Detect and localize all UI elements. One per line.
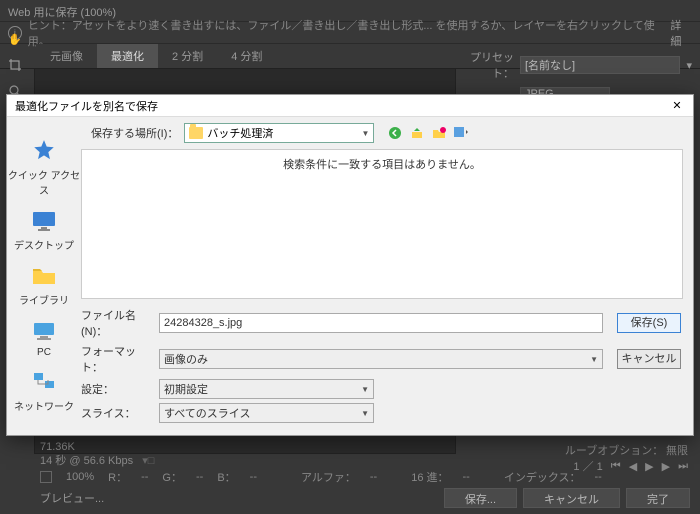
desktop-icon: [30, 207, 58, 235]
preview-link[interactable]: ブレビュー...: [40, 490, 104, 506]
star-icon: [30, 137, 58, 165]
sidebar-item-pc[interactable]: PC: [7, 317, 81, 358]
format-label: フォーマット：: [81, 343, 151, 375]
zoom-display[interactable]: 100%: [66, 471, 94, 483]
format-select-dlg[interactable]: 画像のみ▼: [159, 349, 603, 369]
sidebar-item-quickaccess[interactable]: クイック アクセス: [7, 137, 81, 197]
save-dialog: 最適化ファイルを別名で保存 ✕ クイック アクセス デスクトップ ライブラリ P…: [6, 94, 694, 436]
network-icon: [30, 368, 58, 396]
status-strip: 100% R：-- G：-- B：-- アルファ：-- 16 進：-- インデッ…: [34, 468, 692, 486]
filename-input[interactable]: [159, 313, 603, 333]
loop-options: ルーブオブション： 無限: [565, 442, 688, 458]
cancel-button-main[interactable]: キャンセル: [523, 488, 620, 508]
sidebar-item-libraries[interactable]: ライブラリ: [7, 262, 81, 307]
checkbox-icon[interactable]: [40, 471, 52, 483]
slice-select[interactable]: すべてのスライス▼: [159, 403, 374, 423]
filename-label: ファイル名(N)：: [81, 307, 151, 339]
up-icon[interactable]: [408, 124, 426, 142]
tab-optimized[interactable]: 最適化: [97, 44, 158, 68]
folder-icon: [189, 127, 203, 139]
detail-link[interactable]: 詳細: [670, 17, 692, 49]
tab-4up[interactable]: 4 分割: [217, 44, 276, 68]
sidebar-item-network[interactable]: ネットワーク: [7, 368, 81, 413]
folder-icon: [30, 262, 58, 290]
crop-tool-icon[interactable]: [4, 54, 26, 76]
slice-label: スライス：: [81, 405, 151, 421]
dialog-title: 最適化ファイルを別名で保存: [15, 98, 158, 114]
done-button[interactable]: 完了: [626, 488, 690, 508]
pc-icon: [30, 317, 58, 345]
close-icon[interactable]: ✕: [669, 98, 685, 114]
new-folder-icon[interactable]: [430, 124, 448, 142]
file-list[interactable]: 検索条件に一致する項目はありません。: [81, 149, 683, 299]
location-select[interactable]: バッチ処理済 ▼: [184, 123, 374, 143]
settings-select[interactable]: 初期設定▼: [159, 379, 374, 399]
location-label: 保存する場所(I)：: [91, 125, 178, 141]
save-button-main[interactable]: 保存...: [444, 488, 517, 508]
preset-select[interactable]: [名前なし]: [520, 56, 680, 74]
settings-label: 設定：: [81, 381, 151, 397]
hand-tool-icon[interactable]: ✋: [4, 28, 26, 50]
menu-icon[interactable]: ▾: [686, 59, 692, 72]
places-sidebar: クイック アクセス デスクトップ ライブラリ PC ネットワーク: [7, 117, 81, 435]
preset-label: プリセット：: [462, 49, 514, 81]
tab-original[interactable]: 元画像: [36, 44, 97, 68]
empty-message: 検索条件に一致する項目はありません。: [283, 156, 481, 172]
cancel-button[interactable]: キャンセル: [617, 349, 681, 369]
view-menu-icon[interactable]: [452, 124, 470, 142]
save-button[interactable]: 保存(S): [617, 313, 681, 333]
back-icon[interactable]: [386, 124, 404, 142]
sidebar-item-desktop[interactable]: デスクトップ: [7, 207, 81, 252]
tab-2up[interactable]: 2 分割: [158, 44, 217, 68]
